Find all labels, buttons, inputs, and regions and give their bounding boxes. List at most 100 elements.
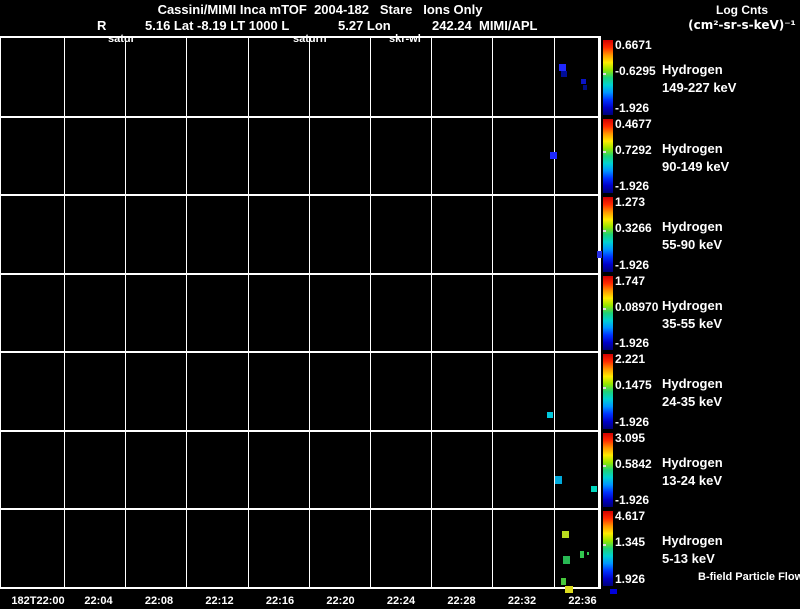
energy-label: 55-90 keV: [662, 237, 722, 253]
colorbar: [603, 511, 613, 586]
cb-mid-label: 0.7292: [615, 142, 652, 157]
data-point: [591, 486, 597, 492]
ephemeris-r-label: R: [97, 18, 107, 33]
data-point: [559, 64, 566, 71]
colorbar-mid-tick: [603, 151, 606, 154]
cb-mid-label: 0.1475: [615, 378, 652, 393]
x-tick-label: 182T22:00: [11, 595, 65, 607]
cb-mid-label: -0.6295: [615, 64, 656, 78]
cb-mid-label: 1.345: [615, 535, 646, 550]
panel-separator: [0, 587, 601, 589]
cb-min-label: -1.926: [615, 414, 650, 429]
colorbar-mid-tick: [603, 308, 606, 311]
x-tick-label: 22:20: [326, 595, 355, 607]
species-label: Hydrogen: [662, 140, 723, 156]
colorbar: [603, 40, 613, 115]
x-gridline: [370, 38, 371, 588]
x-tick-label: 22:24: [386, 595, 416, 607]
x-tick-label: 22:36: [568, 595, 597, 607]
data-point: [550, 152, 557, 159]
colorbar-mid-tick: [603, 544, 606, 546]
colorbar-units-formula: (cm²-sr-s-keV)⁻¹: [688, 18, 796, 32]
event-annotation: skr-wl: [389, 33, 421, 45]
cb-mid-label: 0.5842: [615, 456, 652, 471]
species-label: Hydrogen: [662, 454, 723, 470]
species-label: Hydrogen: [662, 62, 723, 77]
species-label: Hydrogen: [662, 533, 723, 549]
bfield-particle-flow-label: B-field Particle Flow: [698, 571, 800, 583]
colorbar-mid-tick: [603, 465, 606, 468]
x-gridline: [64, 38, 65, 588]
cb-min-label: 1.926: [615, 572, 646, 586]
cb-mid-label: 0.3266: [615, 221, 652, 236]
colorbar-mid-tick: [603, 229, 606, 232]
energy-label: 149-227 keV: [662, 80, 737, 95]
x-tick-label: 22:12: [205, 595, 234, 607]
page-title: Cassini/MIMI Inca mTOF 2004-182 Stare Io…: [157, 2, 483, 17]
panel-separator: [0, 273, 601, 275]
colorbar: [603, 275, 613, 351]
colorbar-units-title: Log Cnts: [716, 3, 768, 17]
colorbar: [603, 197, 613, 272]
panel-separator: [0, 116, 601, 118]
data-point: [562, 531, 569, 538]
data-point: [563, 556, 570, 564]
data-point: [547, 412, 553, 418]
data-point: [583, 85, 587, 90]
colorbar: [603, 354, 613, 429]
panel-separator: [0, 430, 601, 432]
x-gridline: [431, 38, 433, 588]
x-gridline: [492, 38, 494, 588]
data-point: [561, 578, 566, 585]
cb-max-label: 3.095: [615, 430, 646, 445]
colorbar: [603, 432, 613, 508]
ephemeris-lon: 5.27 Lon: [338, 18, 391, 33]
data-point: [555, 476, 562, 484]
data-point: [561, 71, 567, 77]
data-point: [580, 551, 584, 558]
plot-right-border: [598, 38, 601, 588]
data-point: [610, 589, 617, 594]
x-tick-label: 22:08: [144, 595, 174, 607]
x-gridline: [125, 38, 127, 588]
species-label: Hydrogen: [662, 376, 723, 392]
species-label: Hydrogen: [662, 297, 723, 313]
ephemeris-instrument: 242.24 MIMI/APL: [432, 18, 538, 33]
colorbar: [603, 118, 613, 194]
panel-separator: [0, 194, 601, 196]
energy-label: 24-35 keV: [662, 394, 722, 410]
cb-min-label: -1.926: [615, 336, 650, 351]
x-gridline: [247, 38, 249, 588]
energy-label: 13-24 keV: [662, 472, 722, 488]
cb-max-label: 1.747: [615, 273, 646, 288]
x-gridline: [553, 38, 555, 588]
cb-max-label: 2.221: [615, 352, 646, 367]
cb-min-label: -1.926: [615, 257, 650, 272]
cb-max-label: 1.273: [615, 195, 646, 210]
spectrogram-window: Cassini/MIMI Inca mTOF 2004-182 Stare Io…: [0, 0, 800, 609]
data-point: [581, 79, 586, 84]
energy-label: 35-55 keV: [662, 315, 722, 331]
x-gridline: [308, 38, 310, 588]
cb-mid-label: 0.08970: [615, 299, 659, 314]
colorbar-mid-tick: [603, 72, 606, 75]
x-tick-label: 22:16: [265, 595, 295, 607]
ephemeris-lat-lt-l: 5.16 Lat -8.19 LT 1000 L: [145, 18, 290, 33]
cb-max-label: 0.4677: [615, 116, 652, 131]
data-point: [565, 586, 573, 593]
cb-min-label: -1.926: [615, 493, 650, 508]
x-tick-label: 22:04: [84, 595, 113, 607]
panel-separator: [0, 508, 601, 510]
x-tick-label: 22:32: [507, 595, 537, 607]
species-label: Hydrogen: [662, 219, 723, 235]
x-gridline: [186, 38, 188, 588]
colorbar-mid-tick: [603, 386, 606, 389]
event-annotation: satur: [108, 33, 135, 45]
panel-separator: [0, 351, 601, 353]
cb-max-label: 0.6671: [615, 38, 652, 52]
data-point: [587, 552, 589, 555]
cb-min-label: -1.926: [615, 100, 650, 115]
energy-label: 5-13 keV: [662, 551, 715, 567]
plot-left-border: [0, 38, 1, 588]
energy-label: 90-149 keV: [662, 158, 730, 174]
